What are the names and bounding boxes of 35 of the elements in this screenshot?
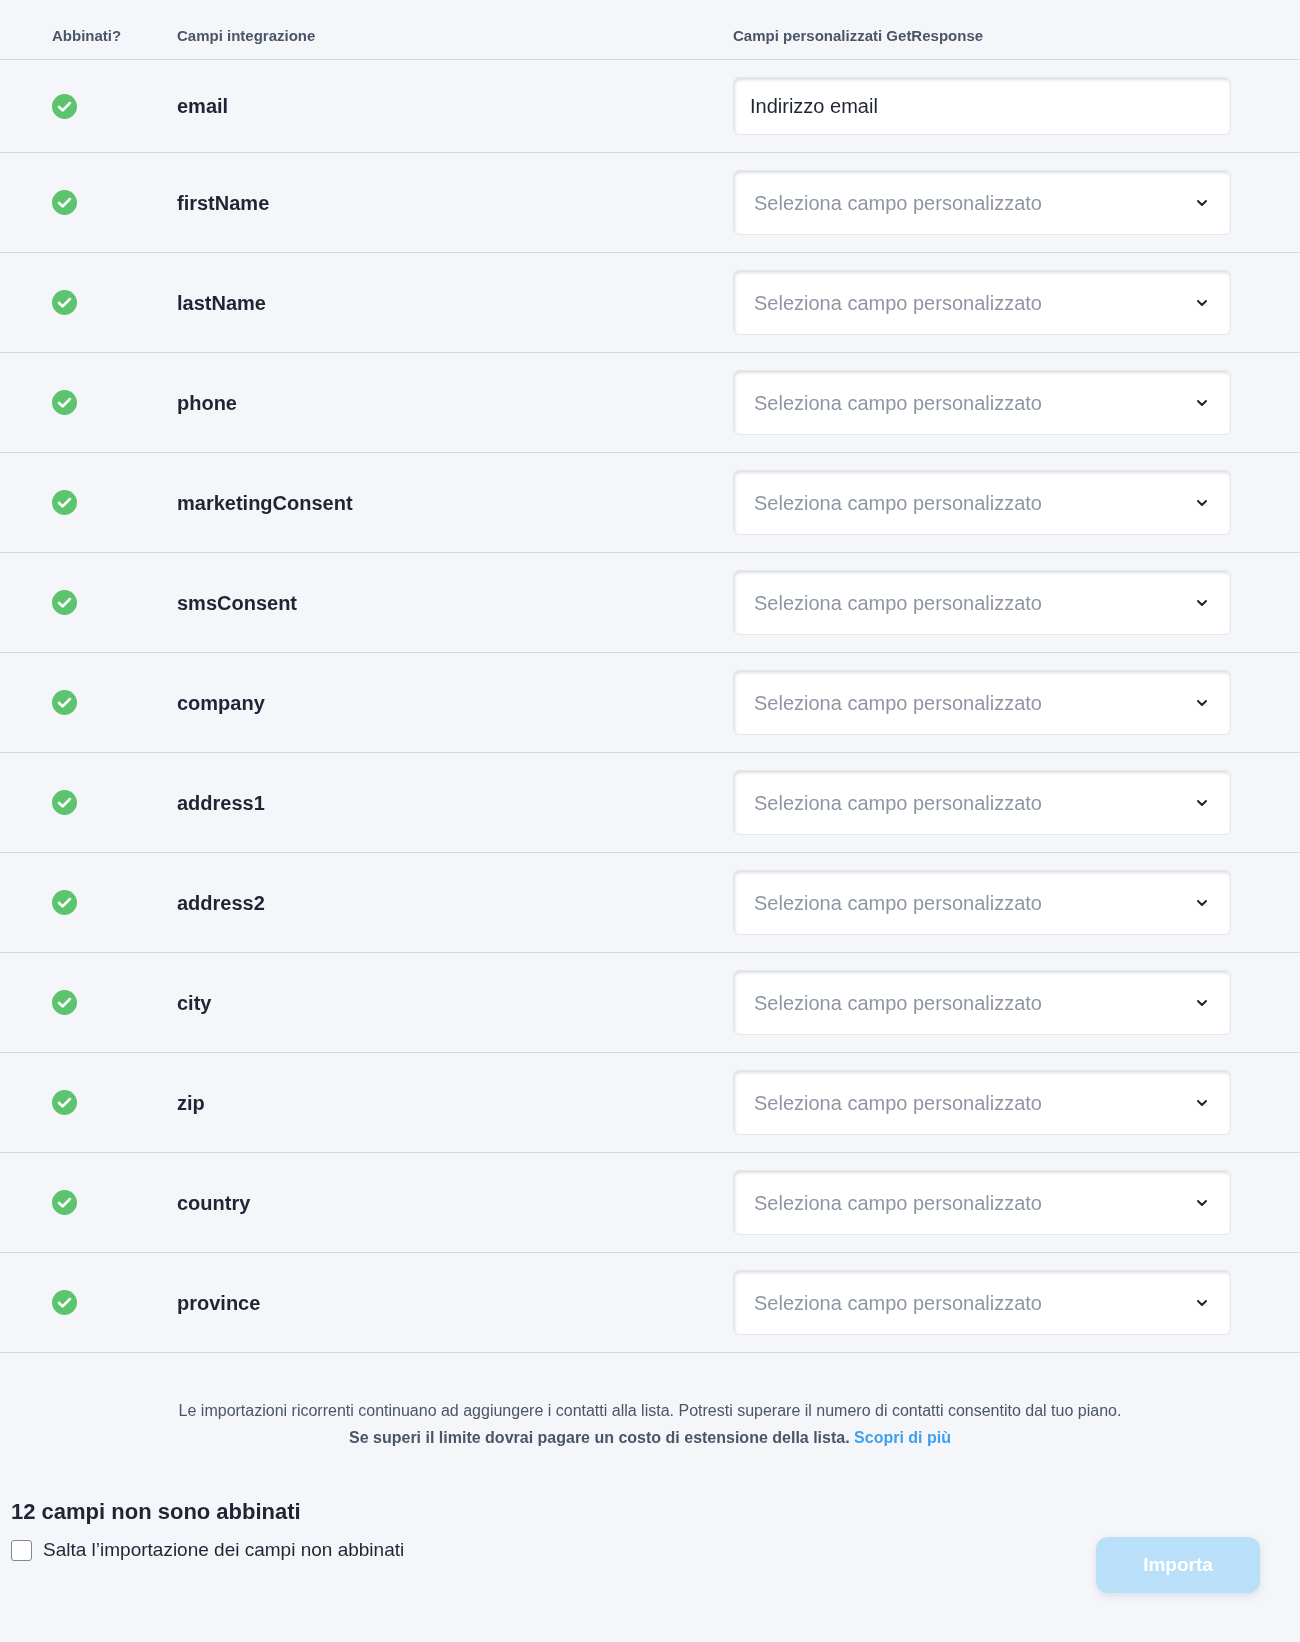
integration-field-name: address2 [177,890,265,916]
integration-field-name: firstName [177,190,270,216]
integration-field-name: country [177,1190,251,1216]
integration-field-name: email [177,94,229,119]
integration-field-name: city [177,990,212,1016]
custom-field-select[interactable]: Seleziona campo personalizzato [733,470,1231,535]
limit-warning: Se superi il limite dovrai pagare un costo di estensione della lista. Scopri di più [349,1428,951,1448]
integration-field-name: address1 [177,790,265,816]
column-header: Campi personalizzati GetResponse [733,26,984,47]
unmatched-fields-heading: 12 campi non sono abbinati [11,1498,301,1526]
integration-field-name: smsConsent [177,590,298,616]
custom-field-select[interactable]: Seleziona campo personalizzato [733,770,1231,835]
skip-checkbox[interactable] [11,1539,32,1561]
learn-more-link[interactable]: Scopri di più [854,1429,951,1446]
integration-field-name: phone [177,390,237,416]
custom-field-select[interactable]: Seleziona campo personalizzato [733,370,1231,435]
custom-field-select[interactable]: Seleziona campo personalizzato [733,1270,1231,1335]
column-header: Campi integrazione [177,26,316,47]
custom-field-select[interactable]: Seleziona campo personalizzato [733,870,1231,935]
integration-field-name: zip [177,1090,205,1116]
column-header: Abbinati? [52,26,122,47]
custom-field-select[interactable]: Seleziona campo personalizzato [733,670,1231,735]
integration-field-name: company [177,690,265,716]
integration-field-name: province [177,1290,261,1316]
custom-field-select[interactable]: Seleziona campo personalizzato [733,570,1231,635]
custom-field-select[interactable]: Seleziona campo personalizzato [733,170,1231,235]
custom-field-select[interactable]: Seleziona campo personalizzato [733,970,1231,1035]
integration-field-name: lastName [177,290,266,316]
recurring-import-notice: Le importazioni ricorrenti continuano ad aggiungere i contatti alla lista. Potresti superare il numero di contatti consentito dal tuo piano. [178,1401,1122,1421]
custom-field-select[interactable]: Seleziona campo personalizzato [733,1070,1231,1135]
integration-field-name: marketingConsent [177,490,353,516]
custom-field-select[interactable]: Seleziona campo personalizzato [733,1170,1231,1235]
skip-checkbox-label[interactable]: Salta l’importazione dei campi non abbinati [43,1536,405,1565]
email-field[interactable]: Indirizzo email [733,77,1231,135]
custom-field-select[interactable]: Seleziona campo personalizzato [733,270,1231,335]
